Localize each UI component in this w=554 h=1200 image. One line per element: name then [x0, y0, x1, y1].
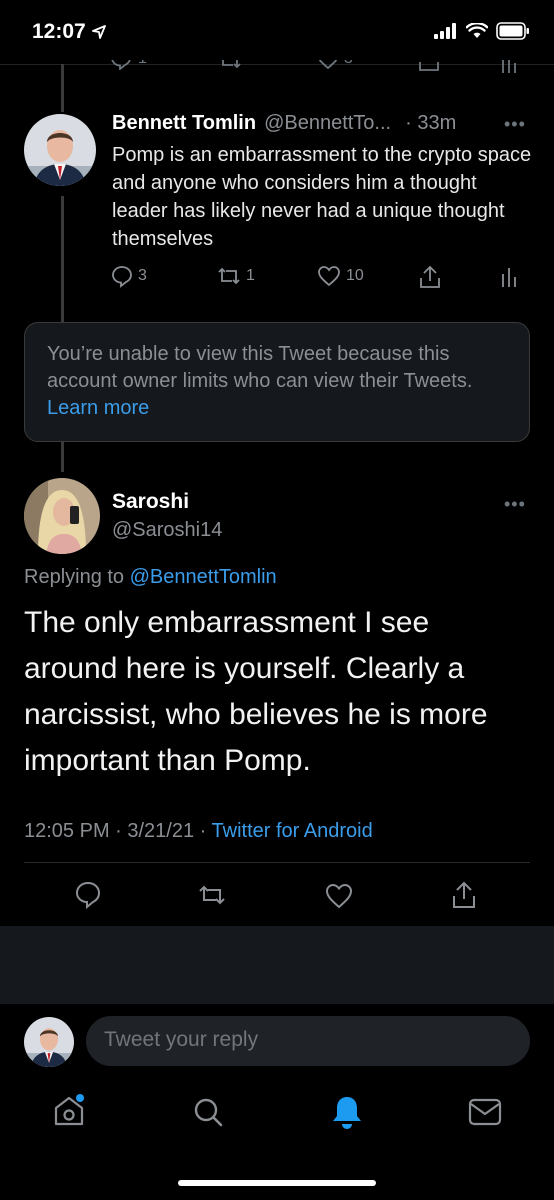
main-tweet-source[interactable]: Twitter for Android [212, 820, 373, 842]
parent-reply-count: 3 [138, 267, 147, 284]
parent-retweet-button[interactable]: 1 [216, 264, 255, 288]
parent-reply-button[interactable]: 3 [110, 264, 147, 288]
avatar-bennett[interactable] [24, 114, 96, 186]
tab-notifications[interactable] [330, 1094, 364, 1135]
parent-author-handle[interactable]: @BennettTo... [264, 112, 391, 135]
like-icon[interactable] [324, 882, 354, 910]
thread-line-mid [61, 196, 64, 324]
thread-line-bottom [61, 442, 64, 472]
parent-tweet-age: · 33m [405, 112, 457, 134]
reply-icon[interactable] [110, 60, 132, 70]
avatar-bennett-image [24, 114, 96, 186]
main-tweet-text: The only embarrassment I see around here… [24, 606, 488, 777]
my-avatar[interactable] [24, 1017, 74, 1067]
tab-bar [0, 1090, 554, 1140]
restricted-tweet-notice: You’re unable to view this Tweet because… [24, 322, 530, 442]
replying-to-line: Replying to @BennettTomlin [24, 566, 277, 589]
avatar-saroshi-image [24, 478, 100, 554]
home-indicator [178, 1180, 376, 1186]
replying-prefix: Replying to [24, 566, 125, 588]
parent-retweet-count: 1 [246, 267, 255, 284]
parent-tweet-actions: 3 1 10 [110, 264, 530, 292]
main-more-icon[interactable]: ••• [504, 494, 526, 515]
retweet-icon[interactable] [196, 882, 228, 908]
retweet-icon [218, 267, 240, 285]
analytics-icon[interactable] [500, 60, 518, 74]
parent-like-button[interactable]: 10 [316, 264, 364, 288]
retweet-icon[interactable] [218, 60, 242, 70]
reply-icon [112, 266, 132, 288]
main-tweet-divider [24, 862, 530, 863]
messages-icon [468, 1098, 502, 1126]
replying-to-link[interactable]: @BennettTomlin [130, 566, 277, 588]
battery-icon [496, 22, 529, 40]
my-avatar-image [24, 1017, 74, 1067]
share-icon[interactable] [418, 60, 440, 72]
parent-author-name[interactable]: Bennett Tomlin [112, 112, 256, 135]
main-author-name[interactable]: Saroshi [112, 490, 189, 514]
reply-input[interactable]: Tweet your reply [86, 1016, 530, 1066]
like-icon[interactable] [316, 60, 340, 70]
like-icon [318, 266, 340, 287]
tab-home[interactable] [52, 1094, 86, 1133]
notifications-icon [333, 1097, 361, 1129]
learn-more-link[interactable]: Learn more [47, 397, 149, 419]
parent-tweet-text: Pomp is an embarrassment to the crypto s… [112, 144, 532, 250]
status-icons [434, 22, 530, 40]
reply-icon[interactable] [74, 880, 102, 910]
tab-messages[interactable] [468, 1098, 502, 1131]
like-count: 3 [344, 60, 353, 68]
avatar-saroshi[interactable] [24, 478, 100, 554]
main-author-handle[interactable]: @Saroshi14 [112, 519, 222, 542]
previous-tweet-actions: 1 3 [110, 60, 530, 82]
tab-search[interactable] [192, 1096, 224, 1133]
wifi-icon [466, 23, 488, 38]
main-tweet-timestamp: 12:05 PM · 3/21/21 · [24, 820, 207, 842]
main-tweet-meta: 12:05 PM · 3/21/21 · Twitter for Android [24, 820, 373, 843]
home-icon [54, 1094, 84, 1126]
share-icon[interactable] [418, 264, 442, 290]
analytics-icon[interactable] [500, 266, 518, 288]
restricted-text: You’re unable to view this Tweet because… [47, 343, 473, 392]
thread-line-top [61, 64, 64, 112]
parent-like-count: 10 [346, 267, 364, 284]
search-icon [194, 1098, 223, 1127]
main-tweet-actions [0, 880, 554, 916]
section-separator [0, 926, 554, 1004]
reply-count: 1 [138, 60, 147, 68]
parent-tweet-header: Bennett Tomlin @BennettTo... · 33m [112, 112, 532, 135]
location-arrow-icon [92, 25, 106, 39]
signal-icon [434, 23, 456, 39]
share-icon[interactable] [450, 880, 478, 910]
parent-more-icon[interactable]: ••• [504, 114, 526, 135]
status-time: 12:07 [32, 20, 86, 43]
